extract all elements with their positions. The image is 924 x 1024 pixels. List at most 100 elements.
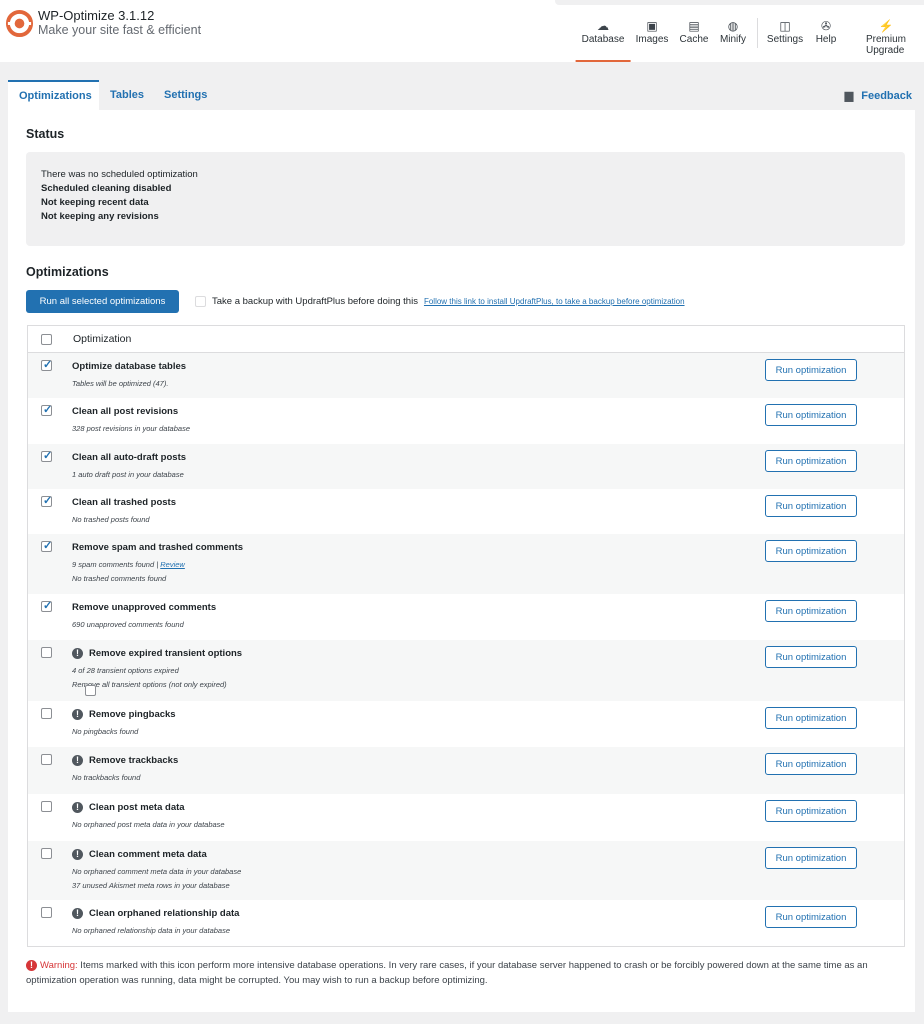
row-checkbox[interactable] [41,848,52,859]
nav-label: Images [635,34,669,45]
status-line: Not keeping any revisions [41,211,159,222]
nav-help[interactable]: ✇ Help [816,18,837,45]
row-checkbox[interactable] [41,754,52,765]
backup-checkbox[interactable] [195,296,206,307]
nav-label: Help [815,34,837,45]
backup-option: Take a backup with UpdraftPlus before do… [195,296,685,307]
tab-tables[interactable]: Tables [110,80,144,110]
name-text: Clean comment meta data [89,849,207,860]
name-text: Clean orphaned relationship data [89,908,240,919]
run-optimization-button[interactable]: Run optimization [765,495,857,517]
plugin-icon: ⚡ [878,19,894,33]
warning-icon: ! [26,960,37,971]
detail-text: No orphaned relationship data in your da… [72,926,231,935]
table-row: ! Remove trackbacks No trackbacks found R… [28,747,904,794]
run-optimization-button[interactable]: Run optimization [765,753,857,775]
detail-text: 690 unapproved comments found [72,620,184,629]
table-row: Clean all trashed posts No trashed posts… [28,489,904,534]
table-row: ! Clean post meta data No orphaned post m… [28,794,904,841]
run-all-button[interactable]: Run all selected optimizations [26,290,179,313]
warning-icon: ! [72,802,83,813]
row-checkbox[interactable] [41,599,52,612]
optimization-name: ! Remove expired transient options [72,648,242,659]
table-row: ! Clean orphaned relationship data No orp… [28,900,904,947]
table-header: Optimization [28,326,904,353]
feedback-link[interactable]: ▆ Feedback [845,89,912,102]
run-optimization-button[interactable]: Run optimization [765,450,857,472]
detail-text: Tables will be optimized (47). [72,379,169,388]
app-tagline: Make your site fast & efficient [38,23,202,37]
optimization-name: ! Clean post meta data [72,802,185,813]
nav-label: Database [581,34,625,45]
row-checkbox[interactable] [41,494,52,507]
row-checkbox[interactable] [41,708,52,719]
run-optimization-button[interactable]: Run optimization [765,404,857,426]
nav-label: Premium Upgrade [865,34,907,56]
detail-text: No pingbacks found [72,727,139,736]
warning-icon: ! [72,709,83,720]
row-checkbox[interactable] [41,801,52,812]
status-heading: Status [26,127,65,141]
nav-cache[interactable]: ▤ Cache [680,18,709,45]
optimization-name: ! Clean orphaned relationship data [72,908,239,919]
run-optimization-button[interactable]: Run optimization [765,800,857,822]
row-detail: 9 spam comments found | Review [72,558,185,572]
run-optimization-button[interactable]: Run optimization [765,359,857,381]
dashboard-icon: ◍ [727,19,739,33]
row-checkbox[interactable] [41,403,52,416]
nav-label: Settings [766,34,804,45]
detail-text: 4 of 28 transient options expired [72,666,179,675]
nav-premium-upgrade[interactable]: ⚡ Premium Upgrade [866,18,906,56]
name-text: Clean all trashed posts [72,497,177,508]
name-text: Remove spam and trashed comments [72,542,244,553]
row-checkbox[interactable] [41,358,52,371]
row-checkbox[interactable] [41,539,52,552]
status-line: There was no scheduled optimization [41,169,198,180]
run-optimization-button[interactable]: Run optimization [765,906,857,928]
detail-text: No trashed comments found [72,574,167,583]
settings-icon: ◫ [779,19,791,33]
run-optimization-button[interactable]: Run optimization [765,847,857,869]
row-detail: No orphaned relationship data in your da… [72,924,230,938]
detail-text: 9 spam comments found | [72,560,161,569]
table-row: Clean all auto-draft posts 1 auto draft … [28,444,904,489]
nav-settings[interactable]: ◫ Settings [767,18,803,45]
detail-text: 37 unused Akismet meta rows in your data… [72,881,230,890]
table-row: Remove unapproved comments 690 unapprove… [28,594,904,640]
row-checkbox[interactable] [41,647,52,658]
table-row: Clean all post revisions 328 post revisi… [28,398,904,444]
run-optimization-button[interactable]: Run optimization [765,707,857,729]
install-updraftplus-link[interactable]: Follow this link to install UpdraftPlus,… [424,297,685,306]
row-detail: No orphaned post meta data in your datab… [72,818,225,832]
row-checkbox[interactable] [41,449,52,462]
nav-images[interactable]: ▣ Images [636,18,669,45]
review-link[interactable]: Review [160,560,185,569]
tab-optimizations[interactable]: Optimizations [8,80,99,110]
speech-bubble-icon: ▆ [844,90,854,102]
name-text: Clean all auto-draft posts [72,452,187,463]
run-optimization-button[interactable]: Run optimization [765,600,857,622]
nav-minify[interactable]: ◍ Minify [720,18,746,45]
optimization-name: ! Clean comment meta data [72,849,207,860]
feedback-label: Feedback [861,90,912,102]
nav-label: Cache [679,34,709,45]
select-all-checkbox[interactable] [41,333,52,345]
backup-label: Take a backup with UpdraftPlus before do… [212,296,418,307]
run-optimization-button[interactable]: Run optimization [765,540,857,562]
optimizations-heading: Optimizations [26,265,109,279]
optimization-name: Clean all auto-draft posts [72,452,186,463]
row-detail: 4 of 28 transient options expired [72,664,179,678]
table-row: Remove spam and trashed comments 9 spam … [28,534,904,594]
archive-icon: ▤ [688,19,700,33]
app-title: WP-Optimize 3.1.12 [38,8,155,23]
images-icon: ▣ [646,19,658,33]
warning-icon: ! [72,908,83,919]
tab-settings[interactable]: Settings [164,80,207,110]
row-detail: 1 auto draft post in your database [72,468,184,482]
row-checkbox[interactable] [41,907,52,918]
remove-all-transients-checkbox[interactable] [85,685,96,696]
lifebuoy-icon: ✇ [820,19,832,33]
status-line: Not keeping recent data [41,197,149,208]
nav-database[interactable]: ☁ Database [575,18,631,62]
run-optimization-button[interactable]: Run optimization [765,646,857,668]
